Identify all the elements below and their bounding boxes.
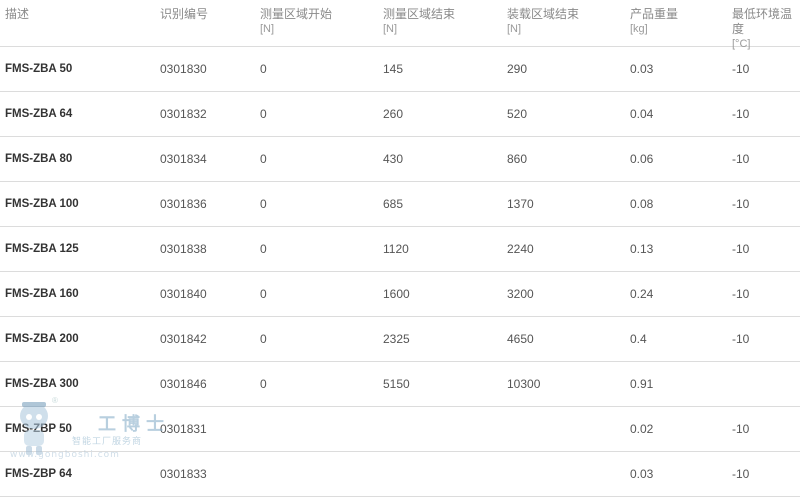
cell-min-temp: -10 bbox=[732, 287, 750, 301]
cell-min-temp: -10 bbox=[732, 152, 750, 166]
cell-description: FMS-ZBP 64 bbox=[5, 468, 72, 480]
header-label: 最低环境温度 bbox=[732, 7, 793, 36]
cell-load-end: 4650 bbox=[507, 332, 534, 346]
table-row[interactable]: FMS-ZBA 300 0301846 0 5150 10300 0.91 bbox=[0, 362, 800, 407]
cell-weight: 0.02 bbox=[630, 422, 654, 436]
header-id-number[interactable]: 识别编号 bbox=[160, 7, 208, 22]
table-header: 描述 识别编号 测量区域开始 [N] 测量区域结束 [N] 装载区域结束 [N]… bbox=[0, 0, 800, 50]
header-description[interactable]: 描述 bbox=[5, 7, 29, 22]
product-spec-table: 描述 识别编号 测量区域开始 [N] 测量区域结束 [N] 装载区域结束 [N]… bbox=[0, 0, 800, 497]
header-measure-end[interactable]: 测量区域结束 [N] bbox=[383, 7, 455, 37]
cell-description: FMS-ZBA 80 bbox=[5, 153, 73, 165]
header-min-ambient-temp[interactable]: 最低环境温度 [°C] bbox=[732, 7, 800, 52]
cell-measure-end: 1600 bbox=[383, 287, 410, 301]
cell-description: FMS-ZBA 125 bbox=[5, 243, 79, 255]
cell-load-end: 520 bbox=[507, 107, 528, 121]
cell-min-temp: -10 bbox=[732, 422, 750, 436]
cell-min-temp: -10 bbox=[732, 242, 750, 256]
cell-id-number: 0301838 bbox=[160, 242, 207, 256]
cell-description: FMS-ZBA 64 bbox=[5, 108, 73, 120]
cell-description: FMS-ZBA 200 bbox=[5, 333, 79, 345]
cell-id-number: 0301832 bbox=[160, 107, 207, 121]
header-label: 描述 bbox=[5, 7, 30, 21]
cell-min-temp: -10 bbox=[732, 107, 750, 121]
header-label: 识别编号 bbox=[160, 7, 209, 21]
cell-measure-start: 0 bbox=[260, 107, 267, 121]
cell-id-number: 0301842 bbox=[160, 332, 207, 346]
cell-id-number: 0301833 bbox=[160, 467, 207, 481]
cell-measure-start: 0 bbox=[260, 377, 267, 391]
cell-weight: 0.08 bbox=[630, 197, 654, 211]
cell-weight: 0.03 bbox=[630, 467, 654, 481]
table-body: FMS-ZBA 50 0301830 0 145 290 0.03 -10 FM… bbox=[0, 47, 800, 497]
table-row[interactable]: FMS-ZBA 100 0301836 0 685 1370 0.08 -10 bbox=[0, 182, 800, 227]
header-unit: [N] bbox=[507, 23, 522, 35]
header-label: 产品重量 bbox=[630, 7, 679, 21]
header-load-end[interactable]: 装载区域结束 [N] bbox=[507, 7, 579, 37]
table-row[interactable]: FMS-ZBA 200 0301842 0 2325 4650 0.4 -10 bbox=[0, 317, 800, 362]
cell-load-end: 2240 bbox=[507, 242, 534, 256]
table-row[interactable]: FMS-ZBA 125 0301838 0 1120 2240 0.13 -10 bbox=[0, 227, 800, 272]
cell-measure-end: 685 bbox=[383, 197, 404, 211]
cell-id-number: 0301831 bbox=[160, 422, 207, 436]
header-measure-start[interactable]: 测量区域开始 [N] bbox=[260, 7, 332, 37]
cell-measure-end: 5150 bbox=[383, 377, 410, 391]
cell-weight: 0.24 bbox=[630, 287, 654, 301]
cell-load-end: 3200 bbox=[507, 287, 534, 301]
header-unit: [kg] bbox=[630, 23, 648, 35]
table-row[interactable]: FMS-ZBA 64 0301832 0 260 520 0.04 -10 bbox=[0, 92, 800, 137]
cell-measure-start: 0 bbox=[260, 287, 267, 301]
table-row[interactable]: FMS-ZBP 50 0301831 0.02 -10 bbox=[0, 407, 800, 452]
header-unit: [N] bbox=[260, 23, 275, 35]
cell-measure-start: 0 bbox=[260, 242, 267, 256]
header-label: 装载区域结束 bbox=[507, 7, 580, 21]
cell-min-temp: -10 bbox=[732, 467, 750, 481]
cell-description: FMS-ZBA 50 bbox=[5, 63, 73, 75]
table-row[interactable]: FMS-ZBP 64 0301833 0.03 -10 bbox=[0, 452, 800, 497]
cell-load-end: 860 bbox=[507, 152, 528, 166]
cell-min-temp: -10 bbox=[732, 332, 750, 346]
cell-min-temp: -10 bbox=[732, 62, 750, 76]
cell-weight: 0.04 bbox=[630, 107, 654, 121]
header-label: 测量区域结束 bbox=[383, 7, 456, 21]
cell-weight: 0.03 bbox=[630, 62, 654, 76]
cell-weight: 0.06 bbox=[630, 152, 654, 166]
cell-weight: 0.13 bbox=[630, 242, 654, 256]
cell-measure-start: 0 bbox=[260, 197, 267, 211]
cell-id-number: 0301846 bbox=[160, 377, 207, 391]
cell-measure-end: 145 bbox=[383, 62, 404, 76]
cell-description: FMS-ZBA 160 bbox=[5, 288, 79, 300]
cell-measure-start: 0 bbox=[260, 152, 267, 166]
cell-weight: 0.91 bbox=[630, 377, 654, 391]
cell-description: FMS-ZBA 300 bbox=[5, 378, 79, 390]
table-row[interactable]: FMS-ZBA 80 0301834 0 430 860 0.06 -10 bbox=[0, 137, 800, 182]
cell-measure-end: 430 bbox=[383, 152, 404, 166]
cell-description: FMS-ZBP 50 bbox=[5, 423, 72, 435]
table-row[interactable]: FMS-ZBA 50 0301830 0 145 290 0.03 -10 bbox=[0, 47, 800, 92]
cell-weight: 0.4 bbox=[630, 332, 647, 346]
cell-id-number: 0301834 bbox=[160, 152, 207, 166]
cell-description: FMS-ZBA 100 bbox=[5, 198, 79, 210]
header-product-weight[interactable]: 产品重量 [kg] bbox=[630, 7, 678, 37]
table-row[interactable]: FMS-ZBA 160 0301840 0 1600 3200 0.24 -10 bbox=[0, 272, 800, 317]
cell-measure-end: 2325 bbox=[383, 332, 410, 346]
cell-load-end: 1370 bbox=[507, 197, 534, 211]
cell-id-number: 0301830 bbox=[160, 62, 207, 76]
cell-id-number: 0301836 bbox=[160, 197, 207, 211]
cell-load-end: 290 bbox=[507, 62, 528, 76]
cell-min-temp: -10 bbox=[732, 197, 750, 211]
cell-load-end: 10300 bbox=[507, 377, 541, 391]
cell-measure-start: 0 bbox=[260, 62, 267, 76]
header-unit: [N] bbox=[383, 23, 398, 35]
cell-measure-end: 260 bbox=[383, 107, 404, 121]
header-label: 测量区域开始 bbox=[260, 7, 333, 21]
cell-id-number: 0301840 bbox=[160, 287, 207, 301]
cell-measure-end: 1120 bbox=[383, 242, 409, 256]
cell-measure-start: 0 bbox=[260, 332, 267, 346]
